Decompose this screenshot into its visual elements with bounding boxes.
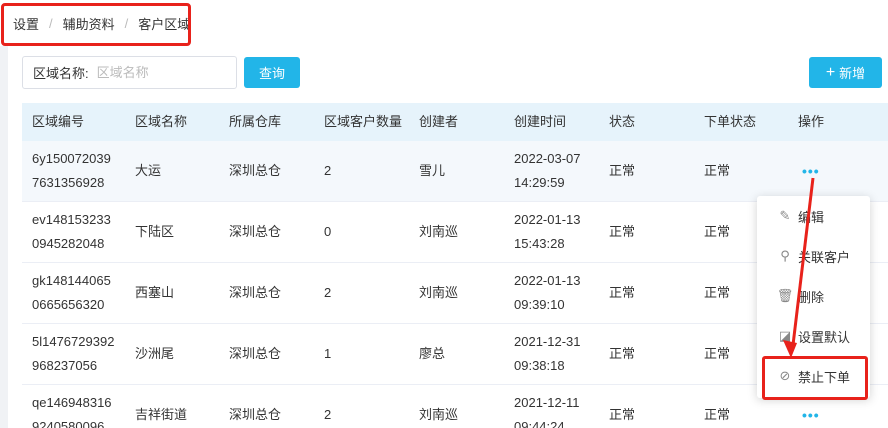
menu-item-label: 编辑 xyxy=(798,209,825,225)
cell-code-line: 6y150072039 xyxy=(32,151,111,166)
search-input[interactable] xyxy=(96,65,217,80)
cell-count: 2 xyxy=(324,407,332,422)
cell-code: gk148144065 0665656320 xyxy=(22,269,125,317)
cell-status: 正常 xyxy=(609,346,636,361)
cell-count: 1 xyxy=(324,346,332,361)
cell-time-line: 14:29:59 xyxy=(514,175,565,190)
header-name: 区域名称 xyxy=(135,114,188,129)
ops-button[interactable]: ••• xyxy=(788,159,888,183)
header-status: 状态 xyxy=(609,114,636,129)
cell-code-line: 7631356928 xyxy=(32,175,105,190)
cell-status: 正常 xyxy=(609,163,636,178)
cell-code: qe146948316 9240580096 xyxy=(22,391,125,428)
menu-item-label: 关联客户 xyxy=(798,249,851,265)
cell-time: 2021-12-31 09:38:18 xyxy=(504,330,599,378)
cell-order-status: 正常 xyxy=(704,407,731,422)
cell-code-line: ev148153233 xyxy=(32,212,111,227)
table-row: 6y150072039 7631356928 大运 深圳总仓 2 雪儿 2022-03-07… xyxy=(22,141,888,202)
ops-button[interactable]: ••• xyxy=(788,403,888,427)
search-field: 区域名称: xyxy=(22,56,237,89)
cell-time-line: 09:39:10 xyxy=(514,297,565,312)
cell-time-line: 2022-03-07 xyxy=(514,151,581,166)
cell-warehouse: 深圳总仓 xyxy=(229,407,282,422)
cell-code-line: 5l1476729392 xyxy=(32,334,115,349)
cell-status: 正常 xyxy=(609,285,636,300)
breadcrumb: 设置 / 辅助资料 / 客户区域 xyxy=(0,0,888,46)
cell-code: 6y150072039 7631356928 xyxy=(22,147,125,195)
link-icon: ⚲ xyxy=(780,248,790,263)
cell-time: 2021-12-11 09:44:24 xyxy=(504,391,599,428)
cell-time-line: 15:43:28 xyxy=(514,236,565,251)
cell-code-line: 0945282048 xyxy=(32,236,105,251)
plus-icon: + xyxy=(825,63,836,81)
cell-count: 2 xyxy=(324,163,332,178)
menu-item-label: 删除 xyxy=(798,289,825,305)
header-code: 区域编号 xyxy=(32,114,85,129)
trash-icon: 🗑 xyxy=(776,288,794,303)
menu-item-link[interactable]: ⚲ 关联客户 xyxy=(757,236,870,276)
cell-name: 大运 xyxy=(135,163,162,178)
cell-order-status: 正常 xyxy=(704,163,731,178)
cell-time: 2022-01-13 15:43:28 xyxy=(504,208,599,256)
add-button[interactable]: + 新增 xyxy=(809,57,882,88)
breadcrumb-highlight-box xyxy=(1,3,191,46)
cell-code-line: 968237056 xyxy=(32,358,98,373)
header-order-status: 下单状态 xyxy=(704,114,757,129)
cell-time-line: 2022-01-13 xyxy=(514,273,581,288)
header-creator: 创建者 xyxy=(419,114,459,129)
cell-name: 下陆区 xyxy=(135,224,175,239)
header-count: 区域客户数量 xyxy=(324,114,403,129)
default-icon: ◪ xyxy=(778,328,792,343)
cell-creator: 雪儿 xyxy=(419,163,446,178)
main-panel: 区域名称: 查询 + 新增 区域编号 区域名称 所属仓库 区域客户数量 创建者 … xyxy=(8,46,888,428)
cell-warehouse: 深圳总仓 xyxy=(229,163,282,178)
cell-name: 沙洲尾 xyxy=(135,346,175,361)
cell-time-line: 09:44:24 xyxy=(514,419,565,428)
cell-time: 2022-01-13 09:39:10 xyxy=(504,269,599,317)
cell-code-line: gk148144065 xyxy=(32,273,111,288)
cell-warehouse: 深圳总仓 xyxy=(229,346,282,361)
cell-status: 正常 xyxy=(609,224,636,239)
header-ops: 操作 xyxy=(798,114,825,129)
disable-order-highlight-box xyxy=(762,356,868,400)
cell-time-line: 2021-12-11 xyxy=(514,395,580,410)
query-button[interactable]: 查询 xyxy=(244,57,300,88)
edit-icon: ✎ xyxy=(779,208,791,223)
cell-time: 2022-03-07 14:29:59 xyxy=(504,147,599,195)
add-button-label: 新增 xyxy=(839,66,866,81)
menu-item-edit[interactable]: ✎ 编辑 xyxy=(757,196,870,236)
cell-creator: 刘南巡 xyxy=(419,224,459,239)
cell-code: 5l1476729392 968237056 xyxy=(22,330,125,378)
header-warehouse: 所属仓库 xyxy=(229,114,282,129)
menu-item-label: 设置默认 xyxy=(798,329,851,345)
cell-creator: 廖总 xyxy=(419,346,446,361)
cell-creator: 刘南巡 xyxy=(419,285,459,300)
cell-count: 0 xyxy=(324,224,332,239)
menu-item-trash[interactable]: 🗑 删除 xyxy=(757,276,870,316)
cell-count: 2 xyxy=(324,285,332,300)
cell-time-line: 09:38:18 xyxy=(514,358,565,373)
cell-code-line: 9240580096 xyxy=(32,419,105,428)
cell-warehouse: 深圳总仓 xyxy=(229,224,282,239)
cell-status: 正常 xyxy=(609,407,636,422)
cell-creator: 刘南巡 xyxy=(419,407,459,422)
cell-time-line: 2022-01-13 xyxy=(514,212,581,227)
search-label: 区域名称: xyxy=(33,66,89,81)
menu-item-default[interactable]: ◪ 设置默认 xyxy=(757,316,870,356)
cell-name: 西塞山 xyxy=(135,285,175,300)
cell-code-line: 0665656320 xyxy=(32,297,105,312)
cell-warehouse: 深圳总仓 xyxy=(229,285,282,300)
header-time: 创建时间 xyxy=(514,114,567,129)
cell-time-line: 2021-12-31 xyxy=(514,334,581,349)
cell-name: 吉祥街道 xyxy=(135,407,188,422)
cell-code-line: qe146948316 xyxy=(32,395,112,410)
table-header: 区域编号 区域名称 所属仓库 区域客户数量 创建者 创建时间 状态 下单状态 操… xyxy=(22,103,888,141)
cell-code: ev148153233 0945282048 xyxy=(22,208,125,256)
